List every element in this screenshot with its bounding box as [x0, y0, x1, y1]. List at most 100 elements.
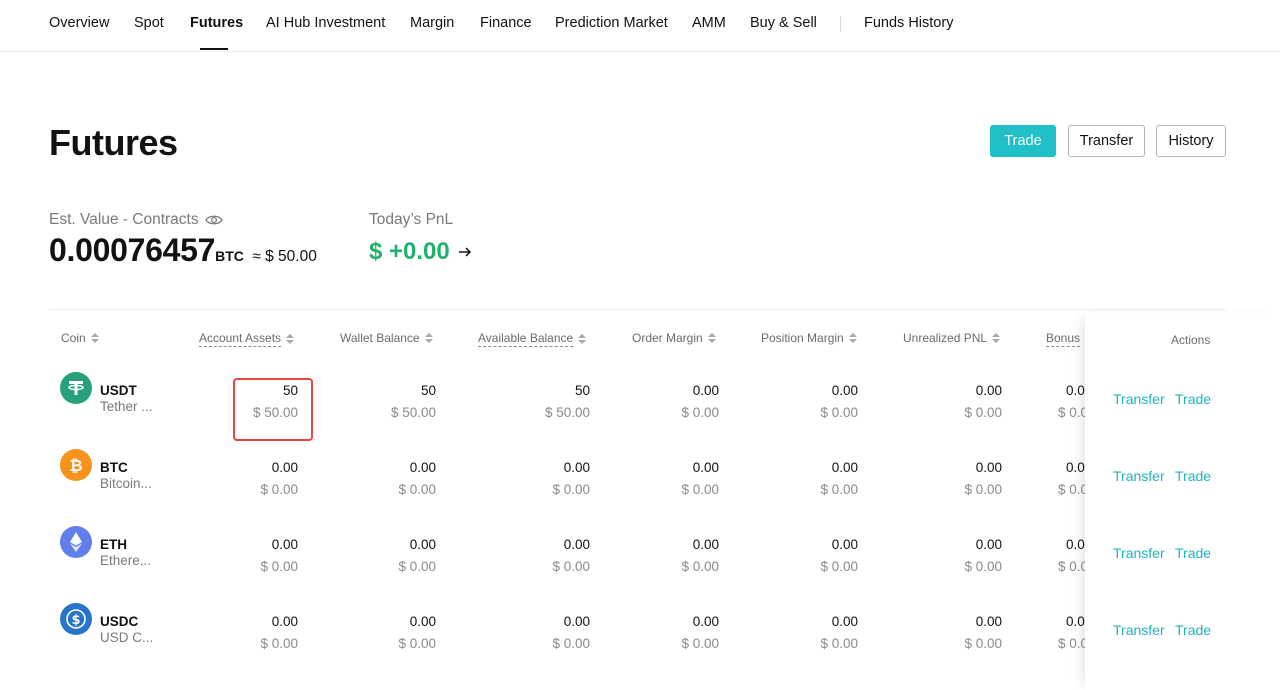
- nav-prediction-market[interactable]: Prediction Market: [555, 15, 668, 31]
- cell-order-value: 0.00: [692, 383, 719, 398]
- cell-wallet-usd: $ 50.00: [390, 405, 436, 420]
- cell-unrealized-usd: $ 0.00: [964, 636, 1002, 651]
- row-transfer-link[interactable]: Transfer: [1113, 622, 1165, 638]
- header-available-balance-text: Available Balance: [478, 331, 574, 347]
- arrow-right-icon[interactable]: [458, 242, 472, 263]
- sort-icon: [578, 334, 587, 344]
- cell-unrealized-usd: $ 0.00: [964, 405, 1002, 420]
- nav-margin[interactable]: Margin: [410, 15, 454, 31]
- coin-name: Tether ...: [100, 399, 153, 414]
- top-nav: Overview Spot Futures AI Hub Investment …: [0, 0, 1280, 52]
- sort-icon: [286, 334, 295, 344]
- cell-bonus-value: 0.0: [1066, 537, 1085, 552]
- cell-unrealized-value: 0.00: [975, 614, 1002, 629]
- header-wallet-balance-text: Wallet Balance: [340, 331, 420, 345]
- nav-futures[interactable]: Futures: [190, 15, 243, 31]
- header-unrealized-pnl[interactable]: Unrealized PNL: [903, 331, 1001, 345]
- cell-unrealized-value: 0.00: [975, 460, 1002, 475]
- row-transfer-link[interactable]: Transfer: [1113, 545, 1165, 561]
- header-coin[interactable]: Coin: [61, 331, 99, 345]
- header-bonus[interactable]: Bonus: [1046, 331, 1081, 347]
- coin-name: Ethere...: [100, 553, 152, 568]
- cell-position-usd: $ 0.00: [820, 559, 858, 574]
- trade-button[interactable]: Trade: [990, 125, 1056, 157]
- cell-order-usd: $ 0.00: [681, 636, 719, 651]
- est-value-label-text: Est. Value - Contracts: [49, 211, 199, 228]
- cell-available-value: 50: [574, 383, 590, 398]
- cell-position-value: 0.00: [831, 537, 858, 552]
- coin-name: Bitcoin...: [100, 476, 152, 491]
- cell-order-usd: $ 0.00: [681, 405, 719, 420]
- header-account-assets[interactable]: Account Assets: [199, 331, 295, 347]
- nav-buy-sell[interactable]: Buy & Sell: [750, 15, 817, 31]
- cell-available-usd: $ 50.00: [544, 405, 590, 420]
- header-order-margin[interactable]: Order Margin: [632, 331, 716, 345]
- svg-text:$: $: [71, 613, 80, 628]
- cell-wallet-usd: $ 0.00: [398, 482, 436, 497]
- transfer-button[interactable]: Transfer: [1068, 125, 1145, 157]
- cell-bonus-value: 0.0: [1066, 460, 1085, 475]
- nav-spot[interactable]: Spot: [134, 15, 164, 31]
- coin-name: USD C...: [100, 630, 154, 645]
- cell-available-usd: $ 0.00: [552, 482, 590, 497]
- row-trade-link[interactable]: Trade: [1175, 468, 1211, 484]
- row-trade-link[interactable]: Trade: [1175, 545, 1211, 561]
- history-button[interactable]: History: [1156, 125, 1226, 157]
- cell-wallet-value: 0.00: [409, 537, 436, 552]
- bitcoin-icon: ₿: [60, 449, 92, 481]
- sort-icon: [90, 333, 99, 343]
- cell-order-usd: $ 0.00: [681, 559, 719, 574]
- page-title: Futures: [49, 122, 178, 163]
- cell-account-usd: $ 0.00: [260, 482, 298, 497]
- svg-text:₿: ₿: [69, 456, 82, 475]
- cell-unrealized-usd: $ 0.00: [964, 559, 1002, 574]
- header-position-margin[interactable]: Position Margin: [761, 331, 857, 345]
- nav-funds-history[interactable]: Funds History: [864, 15, 953, 31]
- header-position-margin-text: Position Margin: [761, 331, 844, 345]
- highlight-box: [233, 378, 313, 441]
- cell-available-value: 0.00: [563, 460, 590, 475]
- cell-order-value: 0.00: [692, 460, 719, 475]
- cell-bonus-usd: $ 0.0: [1058, 482, 1085, 497]
- coin-symbol: USDT: [100, 383, 137, 398]
- pnl-value[interactable]: $ +0.00: [369, 238, 472, 266]
- cell-bonus-value: 0.0: [1066, 614, 1085, 629]
- cell-order-value: 0.00: [692, 614, 719, 629]
- nav-finance[interactable]: Finance: [480, 15, 532, 31]
- nav-overview[interactable]: Overview: [49, 15, 109, 31]
- cell-wallet-value: 0.00: [409, 460, 436, 475]
- cell-account-value: 0.00: [271, 460, 298, 475]
- cell-order-usd: $ 0.00: [681, 482, 719, 497]
- cell-bonus-value: 0.0: [1066, 383, 1085, 398]
- est-value: 0.00076457BTC ≈ $ 50.00: [49, 232, 317, 269]
- header-bonus-text: Bonus: [1046, 331, 1081, 347]
- cell-wallet-value: 0.00: [409, 614, 436, 629]
- header-wallet-balance[interactable]: Wallet Balance: [340, 331, 433, 345]
- est-value-unit: BTC: [215, 248, 244, 264]
- cell-account-value: 0.00: [271, 614, 298, 629]
- row-trade-link[interactable]: Trade: [1175, 391, 1211, 407]
- cell-wallet-usd: $ 0.00: [398, 636, 436, 651]
- nav-ai-hub-investment[interactable]: AI Hub Investment: [266, 15, 385, 31]
- cell-position-usd: $ 0.00: [820, 636, 858, 651]
- nav-divider: [840, 16, 841, 32]
- cell-wallet-value: 50: [420, 383, 436, 398]
- est-value-usd: ≈ $ 50.00: [252, 248, 317, 265]
- cell-unrealized-value: 0.00: [975, 537, 1002, 552]
- cell-position-usd: $ 0.00: [820, 482, 858, 497]
- cell-bonus-usd: $ 0.0: [1058, 405, 1085, 420]
- row-transfer-link[interactable]: Transfer: [1113, 391, 1165, 407]
- pnl-amount: $ +0.00: [369, 238, 450, 265]
- nav-amm[interactable]: AMM: [692, 15, 726, 31]
- row-trade-link[interactable]: Trade: [1175, 622, 1211, 638]
- cell-bonus-usd: $ 0.0: [1058, 636, 1085, 651]
- est-value-amount: 0.00076457: [49, 232, 216, 268]
- cell-available-value: 0.00: [563, 614, 590, 629]
- sort-icon: [992, 333, 1001, 343]
- cell-position-value: 0.00: [831, 614, 858, 629]
- sort-icon: [707, 333, 716, 343]
- cell-bonus-usd: $ 0.0: [1058, 559, 1085, 574]
- header-available-balance[interactable]: Available Balance: [478, 331, 587, 347]
- row-transfer-link[interactable]: Transfer: [1113, 468, 1165, 484]
- eye-icon[interactable]: [204, 214, 223, 226]
